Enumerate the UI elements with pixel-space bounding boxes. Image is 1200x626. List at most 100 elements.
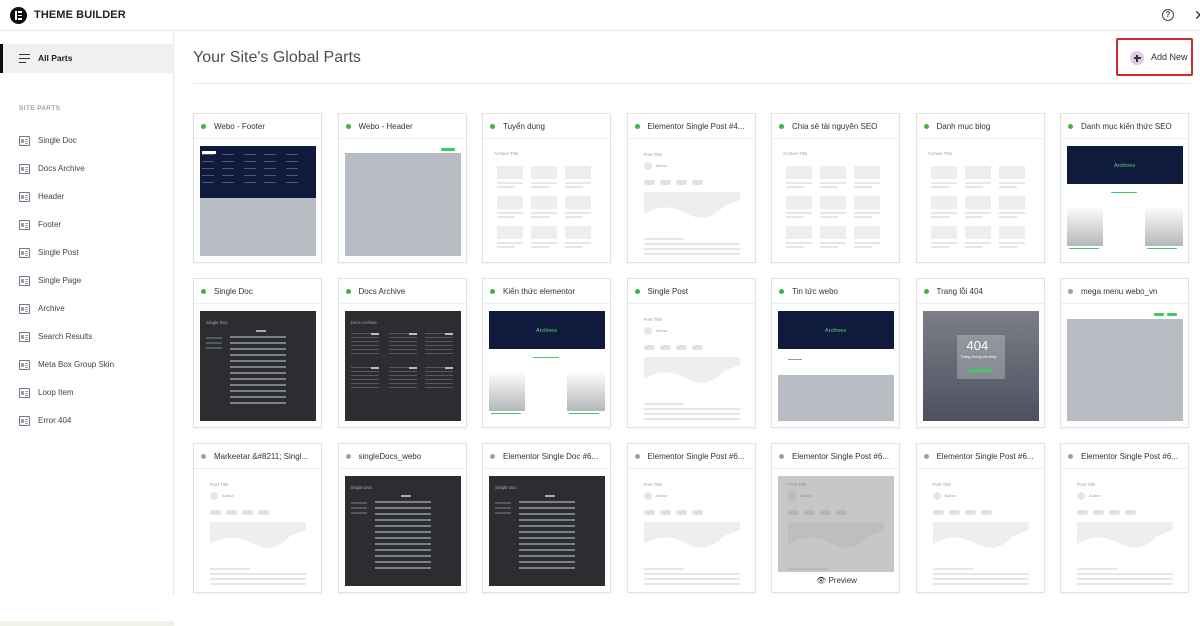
card-title: Elementor Single Post #6... — [647, 452, 745, 461]
template-thumbnail[interactable]: Archives — [1067, 146, 1183, 256]
add-new-button[interactable]: Add New — [1127, 50, 1191, 66]
template-thumbnail[interactable] — [344, 146, 461, 256]
thumb-shape — [264, 161, 276, 162]
template-thumbnail[interactable]: Archive Title — [489, 146, 605, 256]
template-thumbnail[interactable]: Archive Title — [922, 146, 1039, 256]
thumb-shape — [948, 510, 960, 515]
template-thumbnail[interactable]: Docs Archive — [344, 311, 461, 421]
template-thumbnail[interactable]: Post Title Author — [1067, 476, 1183, 586]
thumb-shape — [643, 345, 655, 350]
thumb-shape — [374, 507, 431, 509]
thumb-shape — [222, 168, 234, 169]
sidebar-item-search-results[interactable]: Search Results — [19, 330, 169, 346]
template-thumbnail[interactable]: Post Title Author — [633, 146, 750, 256]
sidebar-item-meta-box-group-skin[interactable]: Meta Box Group Skin — [19, 358, 169, 374]
thumb-shape — [998, 182, 1025, 184]
thumb-shape — [643, 413, 740, 415]
thumb-shape — [659, 180, 671, 185]
template-thumbnail[interactable] — [1067, 311, 1183, 421]
template-card[interactable]: Single Post Post Title Author — [626, 278, 756, 428]
sidebar-item-docs-archive[interactable]: Docs Archive — [19, 162, 169, 178]
template-card[interactable]: Webo - Footer — [193, 113, 322, 263]
template-thumbnail[interactable]: Post Title Author — [633, 476, 750, 586]
template-card[interactable]: Elementor Single Post #6... Post Title Aut… — [626, 443, 756, 593]
thumb-shape — [930, 186, 949, 188]
thumb-shape — [230, 396, 286, 398]
template-thumbnail[interactable]: Post Title Author — [633, 311, 750, 421]
thumb-shape — [491, 413, 521, 414]
sidebar-item-label: Footer — [38, 220, 62, 229]
thumb-shape — [350, 512, 367, 514]
archive-title-text: Archive Title — [494, 151, 519, 156]
thumb-shape — [643, 583, 740, 585]
hover-overlay — [778, 476, 894, 572]
thumb-shape — [643, 510, 655, 515]
template-card[interactable]: Danh mục kiến thức SEO Archives — [1060, 113, 1189, 263]
thumb-shape — [998, 246, 1017, 248]
close-icon[interactable]: ✕ — [1194, 6, 1200, 24]
thumb-shape — [244, 161, 256, 162]
template-card[interactable]: Webo - Header — [337, 113, 467, 263]
card-title: Elementor Single Post #6... — [1081, 452, 1178, 461]
sidebar-item-single-post[interactable]: Single Post — [19, 246, 169, 262]
template-card[interactable]: Danh mục blog Archive Title — [915, 113, 1045, 263]
template-thumbnail[interactable]: Single Doc — [489, 476, 605, 586]
sidebar-item-single-page[interactable]: Single Page — [19, 274, 169, 290]
thumb-shape — [408, 333, 417, 335]
error-code-text: 404 — [966, 338, 989, 353]
help-icon[interactable]: ? — [1162, 9, 1174, 21]
template-thumbnail[interactable]: Post Title Author — [922, 476, 1039, 586]
thumb-shape — [659, 510, 671, 515]
template-card[interactable]: Markeetar &#8211; Singl... Post Title Auth… — [193, 443, 322, 593]
post-title-text: Post Title — [643, 152, 663, 157]
template-card[interactable]: mega menu webo_vn — [1060, 278, 1189, 428]
preview-button[interactable]: 👁 Preview — [772, 576, 899, 585]
thumb-shape — [643, 180, 655, 185]
template-card[interactable]: Docs Archive Docs Archive — [337, 278, 467, 428]
template-thumbnail[interactable]: Archives — [778, 311, 894, 421]
sidebar-item-error-404[interactable]: Error 404 — [19, 414, 169, 430]
template-card[interactable]: Kiến thức elementor Archives — [482, 278, 611, 428]
thumb-shape — [932, 568, 973, 570]
template-thumbnail[interactable]: Archives — [489, 311, 605, 421]
template-card[interactable]: Elementor Single Post #6... Post Title Aut… — [1060, 443, 1189, 593]
thumb-shape — [210, 492, 218, 500]
status-dot-icon — [345, 289, 351, 294]
sidebar-item-footer[interactable]: Footer — [19, 218, 169, 234]
sidebar-item-single-doc[interactable]: Single Doc — [19, 134, 169, 150]
sidebar-item-header[interactable]: Header — [19, 190, 169, 206]
thumb-shape — [206, 347, 222, 349]
template-card[interactable]: Single Doc Single Doc — [193, 278, 322, 428]
template-card[interactable]: Elementor Single Post #6... Post Title Aut… — [771, 443, 900, 593]
thumb-shape — [533, 357, 559, 358]
thumb-shape — [286, 161, 298, 162]
sidebar-item-loop-item[interactable]: Loop Item — [19, 386, 169, 402]
template-card[interactable]: Chia sẻ tài nguyên SEO Archive Title — [771, 113, 900, 263]
thumb-shape — [388, 379, 417, 381]
thumb-shape — [210, 578, 306, 580]
template-thumbnail[interactable]: Archive Title — [778, 146, 894, 256]
template-card[interactable]: Elementor Single Post #6... Post Title Aut… — [915, 443, 1045, 593]
doc-title-text: Single Doc — [350, 485, 373, 490]
template-card[interactable]: Elementor Single Doc #6... Single Doc — [482, 443, 611, 593]
sidebar-item-archive[interactable]: Archive — [19, 302, 169, 318]
template-card[interactable]: Trang lỗi 404 404 Trang không tìm thấy — [915, 278, 1045, 428]
thumb-shape — [408, 367, 417, 369]
thumb-shape — [244, 175, 256, 176]
archive-title-text: Archive Title — [783, 151, 808, 156]
image-placeholder — [643, 357, 740, 397]
template-thumbnail[interactable] — [200, 146, 316, 256]
sidebar-item-all-parts[interactable]: All Parts — [0, 44, 173, 73]
template-thumbnail[interactable]: Single Doc — [200, 311, 316, 421]
template-thumbnail[interactable]: Post Title Author — [778, 476, 894, 572]
status-dot-icon — [779, 289, 784, 294]
template-card[interactable]: Elementor Single Post #4... Post Title Aut… — [626, 113, 756, 263]
template-card[interactable]: Tuyển dụng Archive Title — [482, 113, 611, 263]
template-thumbnail[interactable]: Post Title Author — [200, 476, 316, 586]
template-thumbnail[interactable]: 404 Trang không tìm thấy — [922, 311, 1039, 421]
template-card[interactable]: Tin tức webo Archives — [771, 278, 900, 428]
template-card[interactable]: singleDocs_webo Single Doc — [337, 443, 467, 593]
archive-icon — [19, 304, 30, 314]
template-thumbnail[interactable]: Single Doc — [344, 476, 461, 586]
thumb-shape — [222, 161, 234, 162]
